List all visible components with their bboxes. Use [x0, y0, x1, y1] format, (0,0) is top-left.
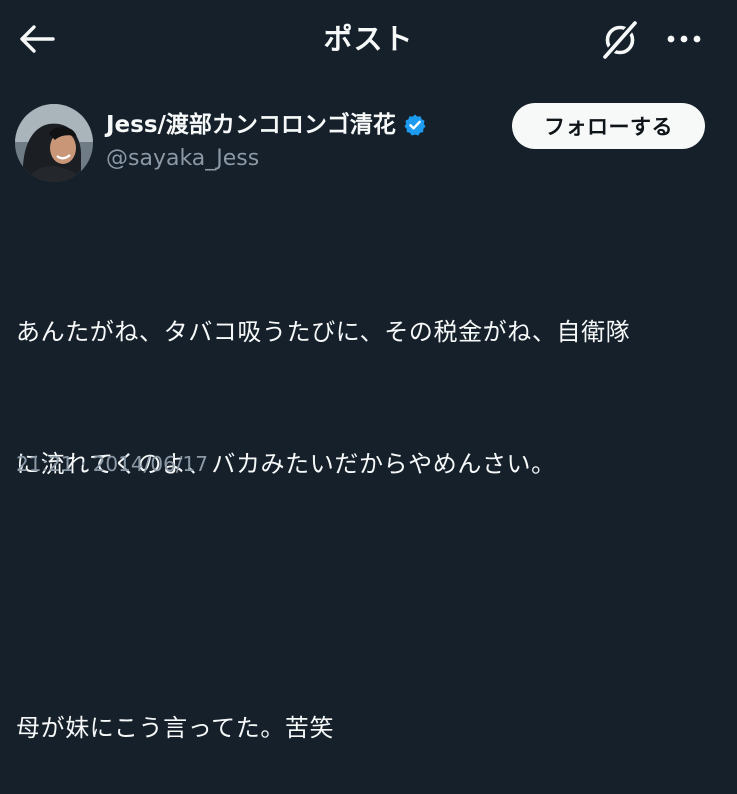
avatar-photo: [15, 104, 93, 182]
author-handle[interactable]: @sayaka_Jess: [106, 143, 259, 175]
author-display-name: Jess/渡部カンコロンゴ清花: [106, 112, 396, 138]
tweet-line: 母が妹にこう言ってた。苦笑: [16, 714, 335, 742]
grok-button[interactable]: [596, 16, 644, 64]
tweet-text: あんたがね、タバコ吸うたびに、その税金がね、自衛隊 に流れてくのよ、バカみたいだ…: [16, 222, 716, 794]
avatar[interactable]: [15, 104, 93, 182]
grok-icon: [601, 20, 639, 60]
tweet-line: あんたがね、タバコ吸うたびに、その税金がね、自衛隊: [16, 318, 631, 346]
verified-badge-icon: [403, 113, 427, 137]
more-options-button[interactable]: [660, 18, 708, 60]
tweet-line-break: [16, 574, 716, 618]
more-horizontal-icon: [667, 35, 701, 43]
top-bar: ポスト: [0, 0, 737, 78]
author-name[interactable]: Jess/渡部カンコロンゴ清花: [106, 108, 427, 142]
follow-button[interactable]: フォローする: [512, 103, 705, 149]
tweet-timestamp[interactable]: 21:21 · 2014/06/17: [16, 448, 208, 480]
